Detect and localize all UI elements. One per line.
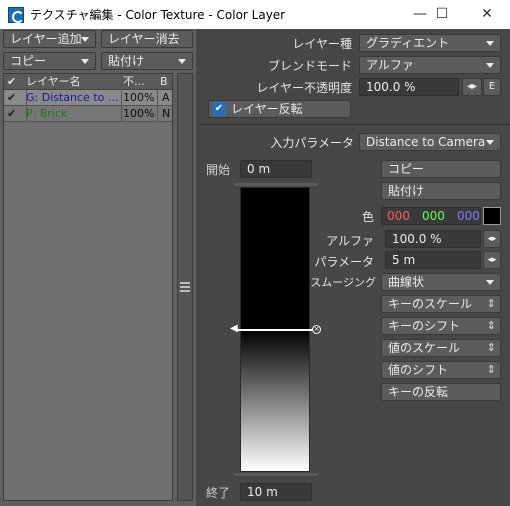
blend-mode-label: ブレンドモード xyxy=(267,59,352,73)
layer-name: G: Distance to … xyxy=(26,91,119,104)
end-field[interactable]: 10 m xyxy=(240,483,312,501)
checkbox-checked-icon[interactable]: ✔ xyxy=(212,102,226,116)
smoothing-dropdown[interactable]: 曲線状 xyxy=(381,273,501,291)
parameter-field[interactable]: 5 m xyxy=(385,251,481,269)
key-paste-button[interactable]: 貼付け xyxy=(381,182,501,200)
color-label: 色 xyxy=(361,210,374,224)
layer-opacity-label: レイヤー不透明度 xyxy=(256,81,352,95)
layer-name: P: Brick xyxy=(26,107,68,120)
paste-layer-button[interactable]: 貼付け xyxy=(101,52,193,70)
gradient-key-line[interactable] xyxy=(235,329,317,331)
layer-blend: N xyxy=(162,107,171,120)
key-scale-button[interactable]: キーのスケール xyxy=(381,295,501,313)
blend-mode-dropdown[interactable]: アルファ xyxy=(359,56,501,74)
gradient-bottom-rail xyxy=(234,473,318,476)
column-opacity[interactable]: 不… xyxy=(123,74,155,90)
maximize-button[interactable]: ☐ xyxy=(424,0,460,29)
checkmark-icon: ✔ xyxy=(7,75,17,88)
column-divider xyxy=(26,74,27,122)
input-param-dropdown[interactable]: Distance to Camera xyxy=(359,133,501,151)
key-handle-arrow-icon[interactable]: ◀ xyxy=(230,323,238,334)
layer-type-dropdown[interactable]: グラディエント xyxy=(359,34,501,52)
invert-layer-label: レイヤー反転 xyxy=(231,102,303,116)
color-b[interactable]: 000 xyxy=(457,208,480,224)
title-bar: テクスチャ編集 - Color Texture - Color Layer — … xyxy=(0,0,510,29)
color-field[interactable]: 000 000 000 xyxy=(381,207,481,225)
key-shift-button[interactable]: キーのシフト xyxy=(381,317,501,335)
smoothing-label: スムージング xyxy=(310,276,376,289)
key-delete-icon[interactable]: × xyxy=(312,325,321,334)
column-blend[interactable]: B xyxy=(160,74,172,90)
start-label: 開始 xyxy=(206,163,231,177)
add-layer-button[interactable]: レイヤー追加 xyxy=(3,30,96,48)
key-copy-button[interactable]: コピー xyxy=(381,160,501,178)
color-g[interactable]: 000 xyxy=(422,208,445,224)
checkmark-icon[interactable]: ✔ xyxy=(7,90,16,106)
layer-list-header: ✔ レイヤー名 不… B xyxy=(4,74,172,90)
layer-row[interactable]: ✔ G: Distance to … 100% A xyxy=(4,90,172,106)
grip-icon-line xyxy=(180,286,190,288)
gradient-top-rail xyxy=(234,183,318,186)
opacity-arrows-icon[interactable]: ◂▸ xyxy=(462,78,482,96)
layer-blend: A xyxy=(162,91,170,104)
layer-opacity: 100% xyxy=(123,91,155,104)
envelope-button[interactable]: E xyxy=(483,78,501,96)
layer-row[interactable]: ✔ P: Brick 100% N xyxy=(4,106,172,122)
layer-type-label: レイヤー種 xyxy=(292,37,352,51)
panel-splitter[interactable] xyxy=(177,73,193,501)
copy-layer-button[interactable]: コピー xyxy=(3,52,96,70)
layer-opacity-field[interactable]: 100.0 % xyxy=(359,78,459,96)
column-divider xyxy=(157,74,158,122)
layer-list: ✔ レイヤー名 不… B ✔ G: Distance to … 100% A ✔… xyxy=(3,73,173,501)
key-invert-button[interactable]: キーの反転 xyxy=(381,383,501,401)
color-swatch[interactable] xyxy=(483,207,501,225)
app-icon xyxy=(8,7,24,23)
layer-opacity: 100% xyxy=(123,107,155,120)
alpha-field[interactable]: 100.0 % xyxy=(385,230,481,248)
alpha-label: アルファ xyxy=(326,234,374,248)
input-param-label: 入力パラメータ xyxy=(270,136,354,150)
parameter-label: パラメータ xyxy=(314,255,374,269)
column-layer-name[interactable]: レイヤー名 xyxy=(26,74,121,90)
parameter-arrows-icon[interactable]: ◂▸ xyxy=(483,251,501,269)
start-field[interactable]: 0 m xyxy=(240,160,312,178)
checkmark-icon[interactable]: ✔ xyxy=(7,106,16,122)
window-title: テクスチャ編集 - Color Texture - Color Layer xyxy=(30,8,286,22)
column-divider xyxy=(121,74,122,122)
alpha-arrows-icon[interactable]: ◂▸ xyxy=(483,230,501,248)
delete-layer-button[interactable]: レイヤー消去 xyxy=(101,30,193,48)
invert-layer-button[interactable]: ✔ レイヤー反転 xyxy=(208,100,351,118)
color-r[interactable]: 000 xyxy=(387,208,410,224)
close-button[interactable]: ✕ xyxy=(469,0,505,29)
end-label: 終了 xyxy=(206,486,231,500)
value-scale-button[interactable]: 値のスケール xyxy=(381,339,501,357)
value-shift-button[interactable]: 値のシフト xyxy=(381,361,501,379)
